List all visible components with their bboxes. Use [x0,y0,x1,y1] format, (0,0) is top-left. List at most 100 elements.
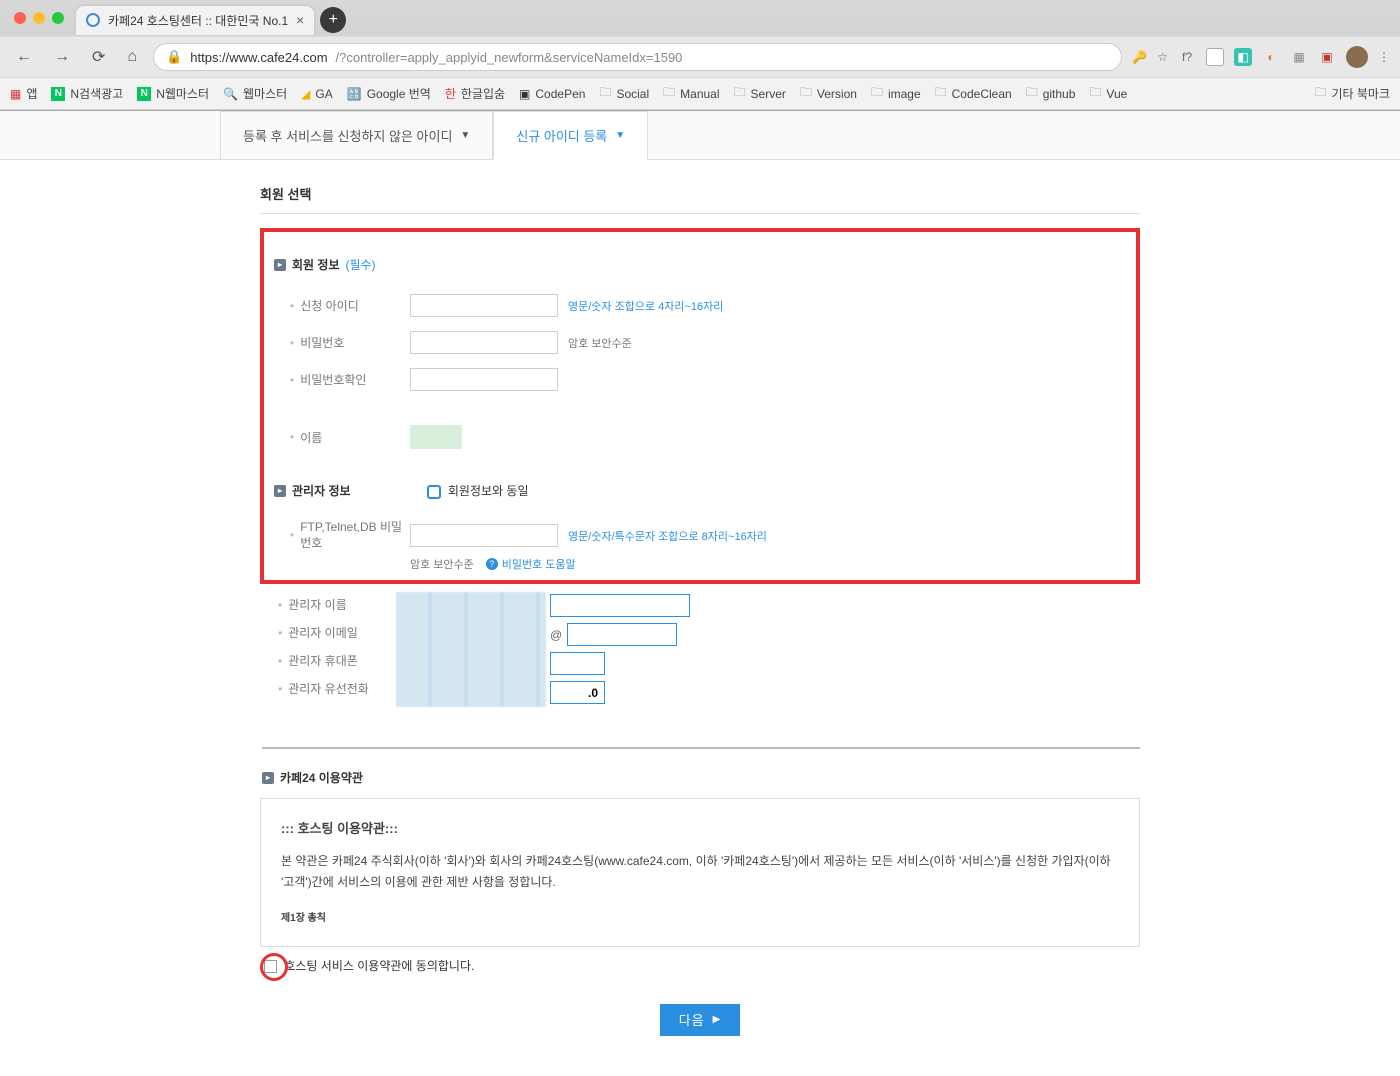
admin-tel-part-input[interactable] [550,681,605,704]
section-title: 회원 선택 [260,184,1140,214]
section-bullet-icon: ▸ [262,772,274,784]
ftp-password-subrow: 암호 보안수준 비밀번호 도움말 [272,556,1128,572]
page-content: 회원 선택 ▸ 회원 정보 (필수) 신청 아이디 영문/숫자 조합으로 4자리… [260,184,1140,1036]
highlighted-form-area: ▸ 회원 정보 (필수) 신청 아이디 영문/숫자 조합으로 4자리~16자리 … [260,228,1140,584]
label-admin-email: 관리자 이메일 [278,624,396,641]
admin-email-domain-input[interactable] [567,623,677,646]
ext-orange-icon[interactable]: ◐ [1262,48,1280,66]
tab-bar: 카페24 호스팅센터 :: 대한민국 No.1 × + [0,0,1400,36]
profile-avatar[interactable] [1346,46,1368,68]
ext-gray-icon[interactable]: ▦ [1290,48,1308,66]
new-tab-button[interactable]: + [320,7,346,33]
lock-icon: 🔒 [166,49,182,65]
row-name: 이름 [272,418,1128,456]
url-origin: https://www.cafe24.com [190,50,327,65]
password-confirm-input[interactable] [410,368,558,391]
zoom-window-icon[interactable] [52,12,64,24]
window-controls[interactable] [8,12,70,28]
bookmarks-bar: ▦앱 NN검색광고 NN웹마스터 🔍웹마스터 ◢GA 🔠Google 번역 한한… [0,77,1400,110]
apps-shortcut[interactable]: ▦앱 [10,85,37,102]
other-bookmarks[interactable]: 🗀기타 북마크 [1314,83,1390,104]
back-button[interactable]: ← [10,44,38,70]
bookmark-folder[interactable]: 🗀Manual [663,83,719,104]
section-bullet-icon: ▸ [274,259,286,271]
bookmark-item[interactable]: 🔍웹마스터 [223,85,287,102]
key-icon[interactable]: 🔑 [1132,50,1147,64]
terms-chapter: 제1장 총칙 [281,910,1119,928]
ftp-password-input[interactable] [410,524,558,547]
ext-font[interactable]: f? [1178,48,1196,66]
agree-label: 호스팅 서비스 이용약관에 동의합니다. [284,959,474,973]
bookmark-folder[interactable]: 🗀Server [734,83,786,104]
tab-new-id[interactable]: 신규 아이디 등록 ▼ [493,111,648,160]
home-button[interactable]: ⌂ [121,44,143,70]
same-as-member-checkbox[interactable] [427,485,441,499]
name-value-redacted [410,425,462,449]
label-ftp-password: FTP,Telnet,DB 비밀번호 [290,520,410,551]
tab-title: 카페24 호스팅센터 :: 대한민국 No.1 [108,12,288,29]
redacted-values-block [396,592,546,707]
row-ftp-password: FTP,Telnet,DB 비밀번호 영문/숫자/특수문자 조합으로 8자리~1… [272,513,1128,558]
password-strength-label: 암호 보안수준 [568,335,632,351]
bookmark-item[interactable]: NN검색광고 [51,85,123,102]
forward-button[interactable]: → [48,44,76,70]
bookmark-folder[interactable]: 🗀Vue [1089,83,1127,104]
bookmark-item[interactable]: NN웹마스터 [137,85,209,102]
tab-close-icon[interactable]: × [296,12,304,28]
bookmark-folder[interactable]: 🗀Version [800,83,857,104]
admin-labels-column: 관리자 이름 관리자 이메일 관리자 휴대폰 관리자 유선전화 [278,592,396,707]
bookmark-folder[interactable]: 🗀Social [599,83,649,104]
bookmark-folder[interactable]: 🗀image [871,83,921,104]
terms-title: ::: 호스팅 이용약관::: [281,817,1119,840]
bookmark-folder[interactable]: 🗀github [1026,83,1076,104]
browser-chrome: 카페24 호스팅센터 :: 대한민국 No.1 × + ← → ⟳ ⌂ 🔒 ht… [0,0,1400,111]
bookmark-item[interactable]: ▣CodePen [519,87,585,101]
password-input[interactable] [410,331,558,354]
tab-unregistered-id[interactable]: 등록 후 서비스를 신청하지 않은 아이디 ▼ [220,111,493,159]
address-bar-right: 🔑 ☆ f? ◧ ◐ ▦ ▣ ⋮ [1132,46,1390,68]
bookmark-folder[interactable]: 🗀CodeClean [935,83,1012,104]
member-info-heading: ▸ 회원 정보 (필수) [274,256,1128,273]
reload-button[interactable]: ⟳ [86,43,111,71]
site-favicon [86,13,100,27]
next-button[interactable]: 다음 ▶ [660,1004,740,1036]
admin-name-input[interactable] [550,594,690,617]
chevron-down-icon: ▼ [460,130,470,141]
password-help-link[interactable]: 비밀번호 도움말 [486,556,576,572]
terms-box[interactable]: ::: 호스팅 이용약관::: 본 약관은 카페24 주식회사(이하 '회사')… [260,798,1140,946]
row-password: 비밀번호 암호 보안수준 [272,324,1128,361]
apply-id-hint: 영문/숫자 조합으로 4자리~16자리 [568,298,723,314]
label-password-confirm: 비밀번호확인 [290,371,410,388]
admin-phone-part-input[interactable] [550,652,605,675]
url-input[interactable]: 🔒 https://www.cafe24.com /?controller=app… [153,43,1122,71]
admin-inputs-column: @ [550,592,690,707]
star-icon[interactable]: ☆ [1157,50,1168,64]
agree-row: 호스팅 서비스 이용약관에 동의합니다. [264,957,1140,974]
close-window-icon[interactable] [14,12,26,24]
browser-tab[interactable]: 카페24 호스팅센터 :: 대한민국 No.1 × [76,6,314,35]
terms-body: 본 약관은 카페24 주식회사(이하 '회사')와 회사의 카페24호스팅(ww… [281,851,1119,894]
highlight-circle [260,953,288,981]
label-password: 비밀번호 [290,334,410,351]
ext-square-icon[interactable] [1206,48,1224,66]
address-bar: ← → ⟳ ⌂ 🔒 https://www.cafe24.com /?contro… [0,36,1400,77]
section-bullet-icon: ▸ [274,485,286,497]
apply-id-input[interactable] [410,294,558,317]
ext-teal-icon[interactable]: ◧ [1234,48,1252,66]
label-admin-tel: 관리자 유선전화 [278,680,396,697]
row-apply-id: 신청 아이디 영문/숫자 조합으로 4자리~16자리 [272,287,1128,324]
page-subtabs: 등록 후 서비스를 신청하지 않은 아이디 ▼ 신규 아이디 등록 ▼ [0,111,1400,160]
label-admin-phone: 관리자 휴대폰 [278,652,396,669]
ext-red-icon[interactable]: ▣ [1318,48,1336,66]
row-password-confirm: 비밀번호확인 [272,361,1128,398]
minimize-window-icon[interactable] [33,12,45,24]
admin-info-heading: ▸ 관리자 정보 회원정보와 동일 [274,482,1128,499]
bookmark-item[interactable]: ◢GA [301,87,333,101]
label-name: 이름 [290,429,410,446]
url-path: /?controller=apply_applyid_newform&servi… [336,50,683,65]
bookmark-item[interactable]: 🔠Google 번역 [347,85,431,102]
arrow-right-icon: ▶ [713,1014,722,1025]
chevron-down-icon: ▼ [615,130,625,141]
menu-icon[interactable]: ⋮ [1378,50,1390,64]
bookmark-item[interactable]: 한한글입숨 [445,85,505,102]
